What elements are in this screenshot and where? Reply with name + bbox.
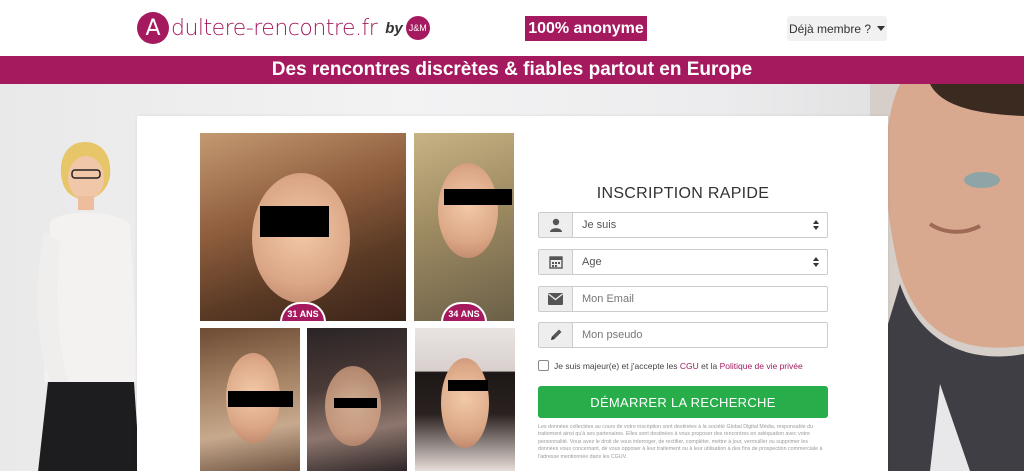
pseudo-field[interactable] xyxy=(538,322,828,348)
caret-down-icon xyxy=(877,26,886,31)
pencil-icon xyxy=(539,323,573,347)
email-input[interactable] xyxy=(582,293,827,305)
age-badge: 34 ANS xyxy=(441,302,487,321)
profile-photo[interactable]: 31 ANS xyxy=(200,133,406,321)
user-icon xyxy=(539,213,573,237)
form-title: INSCRIPTION RAPIDE xyxy=(596,185,770,202)
cgu-link[interactable]: CGU xyxy=(680,361,699,371)
consent-row: Je suis majeur(e) et j'accepte les CGU e… xyxy=(538,360,828,371)
tagline-banner: Des rencontres discrètes & fiables parto… xyxy=(0,56,1024,84)
background-man-image xyxy=(870,84,1024,471)
age-badge: 31 ANS xyxy=(280,302,326,321)
select-arrows-icon xyxy=(813,257,819,267)
partner-logo: J&M xyxy=(405,16,430,40)
pseudo-input[interactable] xyxy=(582,329,827,341)
gender-select[interactable]: Je suis xyxy=(538,212,828,238)
censor-bar xyxy=(444,189,512,205)
censor-bar xyxy=(448,380,488,391)
email-field[interactable] xyxy=(538,286,828,312)
privacy-policy-link[interactable]: Politique de vie privée xyxy=(720,361,803,371)
censor-bar xyxy=(334,398,377,408)
start-search-button[interactable]: DÉMARRER LA RECHERCHE xyxy=(538,386,828,418)
background-woman-image xyxy=(37,142,140,471)
site-logo[interactable]: A dultere-rencontre.fr by J&M xyxy=(137,11,430,45)
profile-photo[interactable] xyxy=(415,328,515,471)
profile-photo[interactable]: 34 ANS xyxy=(414,133,514,321)
face-shape xyxy=(441,358,489,448)
logo-by-label: by xyxy=(385,19,403,37)
age-select[interactable]: Age xyxy=(538,249,828,275)
logo-mark: A xyxy=(137,12,169,44)
face-shape xyxy=(438,163,498,258)
profile-photo[interactable] xyxy=(307,328,407,471)
gender-select-value: Je suis xyxy=(582,219,617,231)
consent-text-middle: et la xyxy=(698,360,720,371)
select-arrows-icon xyxy=(813,220,819,230)
anonymous-badge: 100% anonyme xyxy=(525,16,647,41)
censor-bar xyxy=(260,206,329,237)
tagline-text: Des rencontres discrètes & fiables parto… xyxy=(271,59,753,80)
top-header: A dultere-rencontre.fr by J&M 100% anony… xyxy=(0,0,1024,56)
profile-photo[interactable] xyxy=(200,328,300,471)
consent-text-prefix: Je suis majeur(e) et j'accepte les xyxy=(554,360,680,371)
legal-notice: Les données collectées au cours de votre… xyxy=(538,424,823,460)
face-shape xyxy=(252,173,350,303)
logo-text: dultere-rencontre.fr xyxy=(171,15,378,41)
already-member-dropdown[interactable]: Déjà membre ? xyxy=(787,16,887,41)
age-select-value: Age xyxy=(582,256,602,268)
envelope-icon xyxy=(539,287,573,311)
censor-bar xyxy=(228,391,293,407)
already-member-label: Déjà membre ? xyxy=(788,21,872,36)
calendar-icon xyxy=(539,250,573,274)
consent-checkbox[interactable] xyxy=(538,360,549,371)
